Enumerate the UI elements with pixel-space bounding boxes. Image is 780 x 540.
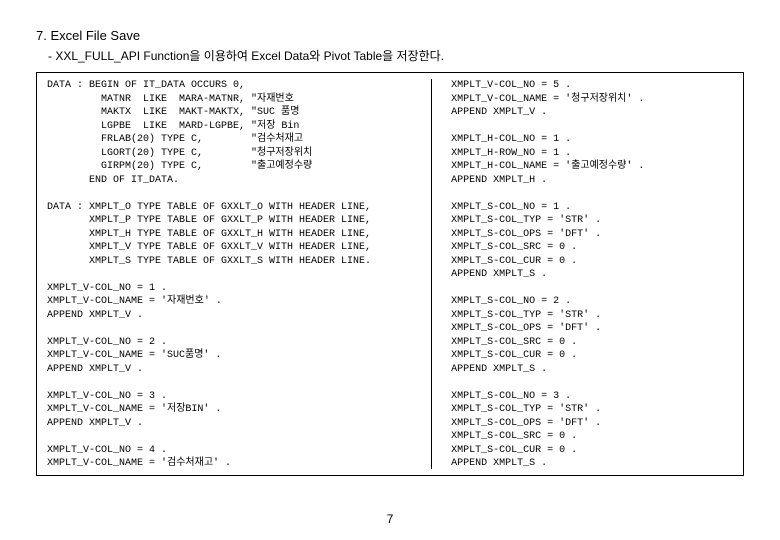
code-column-left: DATA : BEGIN OF IT_DATA OCCURS 0, MATNR … bbox=[47, 79, 439, 469]
section-subheading: - XXL_FULL_API Function을 이용하여 Excel Data… bbox=[48, 47, 744, 64]
code-column-right: XMPLT_V-COL_NO = 5 . XMPLT_V-COL_NAME = … bbox=[439, 79, 733, 469]
page-number: 7 bbox=[0, 512, 780, 526]
document-page: 7. Excel File Save - XXL_FULL_API Functi… bbox=[0, 0, 780, 486]
column-divider bbox=[431, 79, 432, 469]
code-listing-box: DATA : BEGIN OF IT_DATA OCCURS 0, MATNR … bbox=[36, 72, 744, 476]
section-heading: 7. Excel File Save bbox=[36, 28, 744, 43]
code-columns: DATA : BEGIN OF IT_DATA OCCURS 0, MATNR … bbox=[47, 79, 733, 469]
